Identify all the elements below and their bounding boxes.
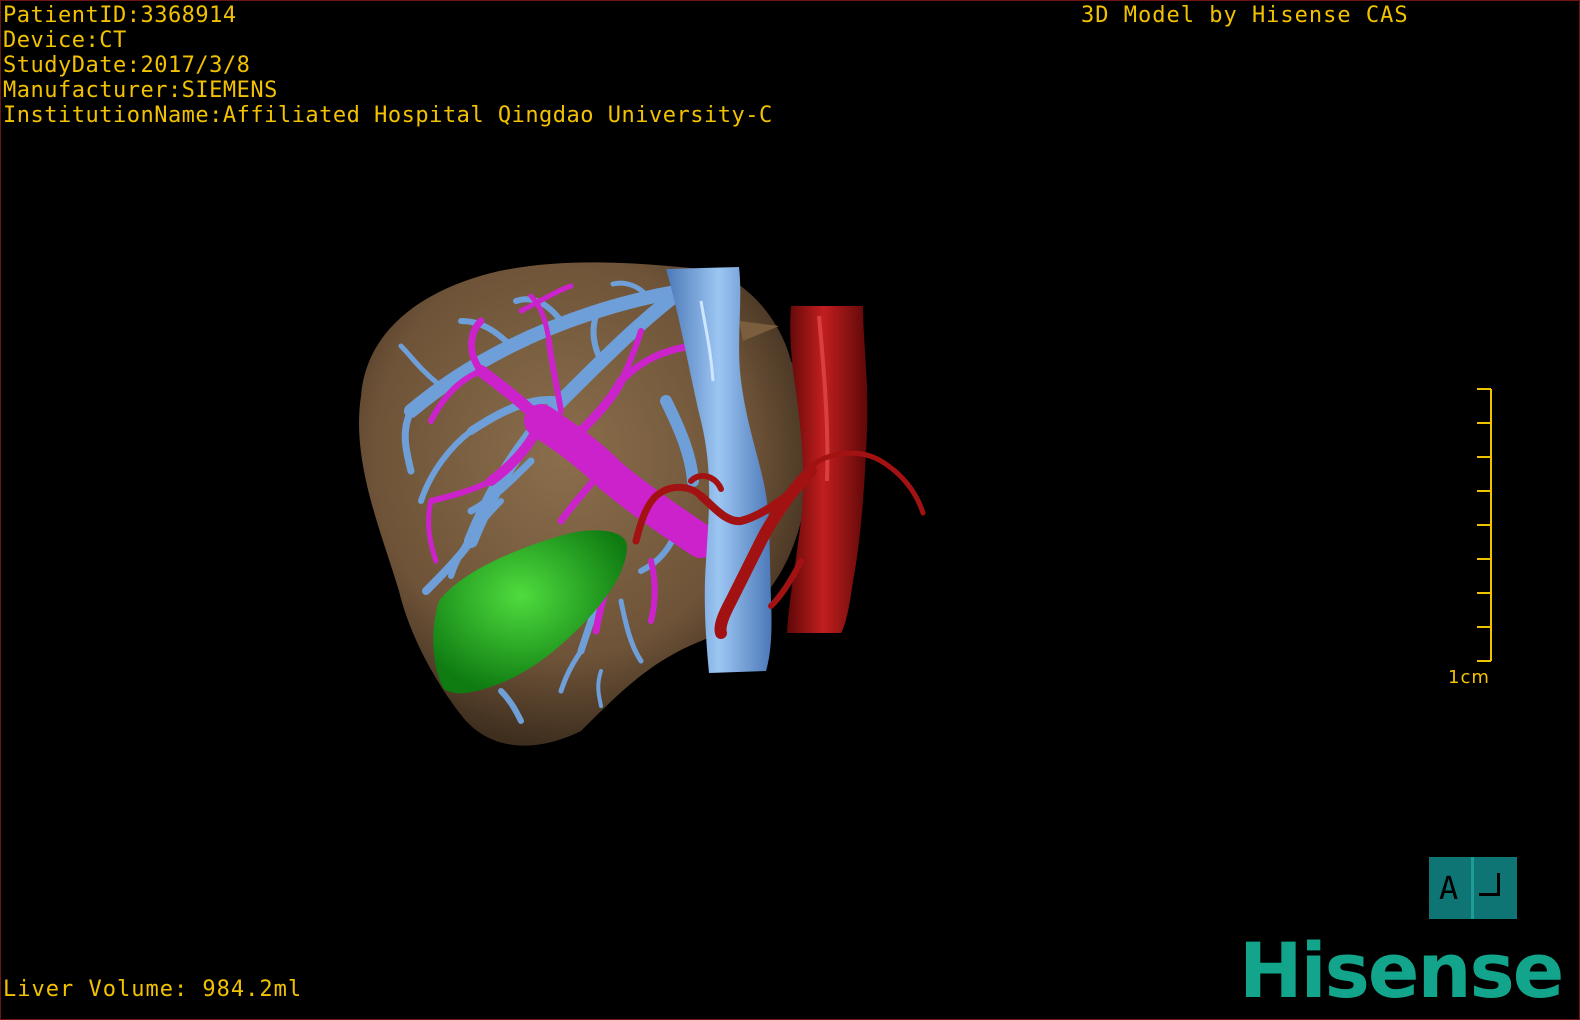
study-date-text: StudyDate:2017/3/8	[3, 53, 251, 78]
dicom-info-overlay: PatientID:3368914 Device:CT StudyDate:20…	[3, 3, 773, 128]
orientation-corner-icon	[1479, 873, 1500, 896]
scale-bar-label: 1cm	[1448, 667, 1490, 688]
orientation-cube[interactable]: A	[1429, 857, 1517, 919]
scale-bar	[1477, 388, 1492, 662]
institution-text: InstitutionName:Affiliated Hospital Qing…	[3, 103, 773, 128]
manufacturer-text: Manufacturer:SIEMENS	[3, 78, 278, 103]
liver-3d-model[interactable]	[1, 1, 1579, 1019]
orientation-label: A	[1439, 869, 1459, 907]
device-text: Device:CT	[3, 28, 127, 53]
3d-viewport[interactable]: PatientID:3368914 Device:CT StudyDate:20…	[0, 0, 1580, 1020]
liver-volume-text: Liver Volume: 984.2ml	[3, 977, 303, 1002]
patient-id-text: PatientID:3368914	[3, 3, 237, 28]
model-brand-title: 3D Model by Hisense CAS	[1081, 3, 1409, 28]
hisense-logo: Hisense	[1239, 926, 1564, 1015]
orientation-divider	[1471, 857, 1474, 919]
